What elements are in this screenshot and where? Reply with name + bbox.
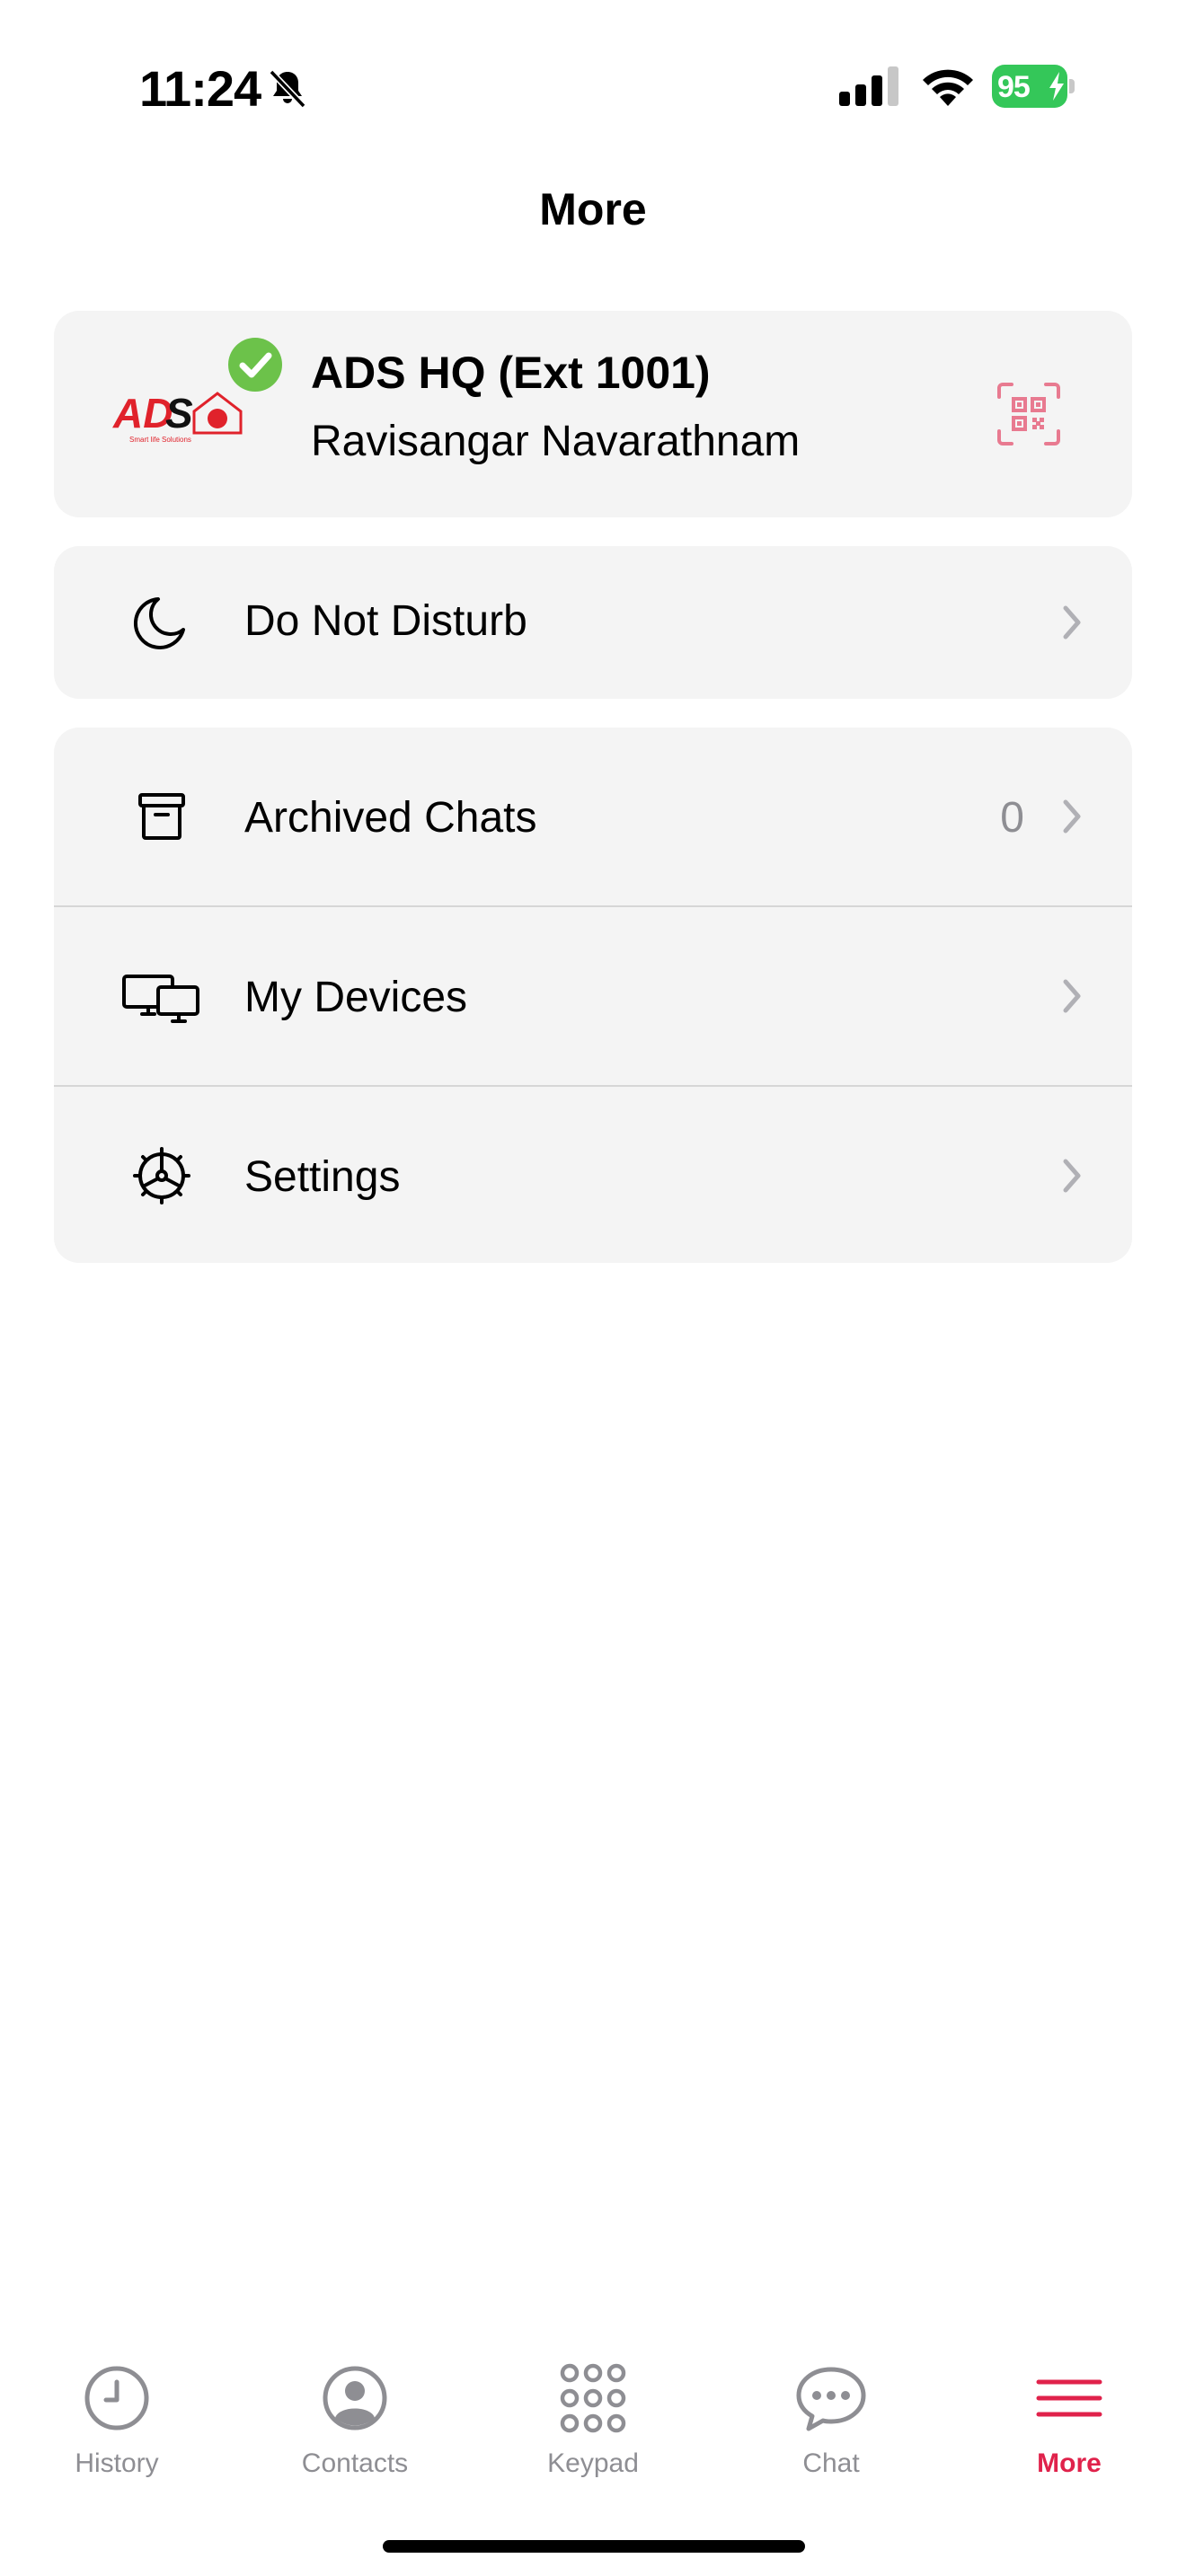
status-bar: 11:24 95 (0, 0, 1186, 171)
page-title: More (539, 184, 647, 234)
keypad-icon (560, 2363, 626, 2433)
tab-label: More (1037, 2448, 1102, 2478)
qr-code-icon[interactable] (997, 383, 1060, 446)
bolt-icon (1049, 72, 1064, 101)
devices-icon (122, 975, 199, 1023)
settings-row[interactable]: Settings (54, 1087, 1132, 1265)
dnd-label: Do Not Disturb (244, 597, 527, 645)
tab-bar: History Contacts Keypad Chat More (0, 2342, 1186, 2504)
signal-icon (839, 66, 898, 106)
more-screen: 11:24 95 More AD S Smart life Solutions … (0, 0, 1186, 2576)
tab-label: History (75, 2448, 159, 2478)
profile-name: ADS HQ (Ext 1001) (311, 348, 711, 398)
profile-user: Ravisangar Navarathnam (311, 418, 801, 465)
online-status-icon (228, 338, 282, 392)
bell-slash-icon (269, 69, 306, 109)
battery-charging-icon: 95 (992, 65, 1075, 108)
svg-text:S: S (165, 390, 193, 437)
my-devices-row[interactable]: My Devices (54, 907, 1132, 1085)
chevron-right-icon (1063, 605, 1081, 640)
tab-history[interactable]: History (18, 2342, 216, 2486)
settings-label: Settings (244, 1153, 401, 1201)
chevron-right-icon (1063, 799, 1081, 834)
my-devices-label: My Devices (244, 974, 468, 1021)
wifi-icon (923, 69, 973, 106)
chevron-right-icon (1063, 979, 1081, 1013)
tab-contacts[interactable]: Contacts (256, 2342, 454, 2486)
hamburger-icon (1036, 2379, 1102, 2417)
status-time: 11:24 (139, 60, 261, 117)
archived-chats-count: 0 (1000, 794, 1024, 842)
battery-cap (1069, 79, 1075, 93)
moon-icon (133, 597, 185, 649)
person-circle-icon (323, 2366, 387, 2430)
archived-chats-row[interactable]: Archived Chats 0 (54, 728, 1132, 905)
dnd-card: Do Not Disturb (54, 546, 1132, 699)
home-indicator[interactable] (383, 2540, 805, 2553)
svg-text:AD: AD (112, 390, 173, 437)
tab-label: Chat (802, 2448, 860, 2478)
svg-text:Smart life Solutions: Smart life Solutions (129, 436, 191, 444)
archive-box-icon (138, 793, 185, 840)
tab-chat[interactable]: Chat (732, 2342, 930, 2486)
tab-keypad[interactable]: Keypad (494, 2342, 692, 2486)
gear-icon (133, 1147, 190, 1204)
menu-card: Archived Chats 0 My Devices Settings (54, 728, 1132, 1263)
tab-label: Contacts (301, 2448, 409, 2478)
archived-chats-label: Archived Chats (244, 794, 537, 842)
dnd-row[interactable]: Do Not Disturb (54, 546, 1132, 699)
tab-label: Keypad (547, 2448, 639, 2478)
profile-card[interactable]: AD S Smart life Solutions ADS HQ (Ext 10… (54, 311, 1132, 517)
chevron-right-icon (1063, 1159, 1081, 1193)
clock-icon (84, 2366, 149, 2430)
tab-more[interactable]: More (970, 2342, 1168, 2486)
chat-bubble-icon (796, 2367, 866, 2431)
battery-level: 95 (997, 70, 1031, 104)
